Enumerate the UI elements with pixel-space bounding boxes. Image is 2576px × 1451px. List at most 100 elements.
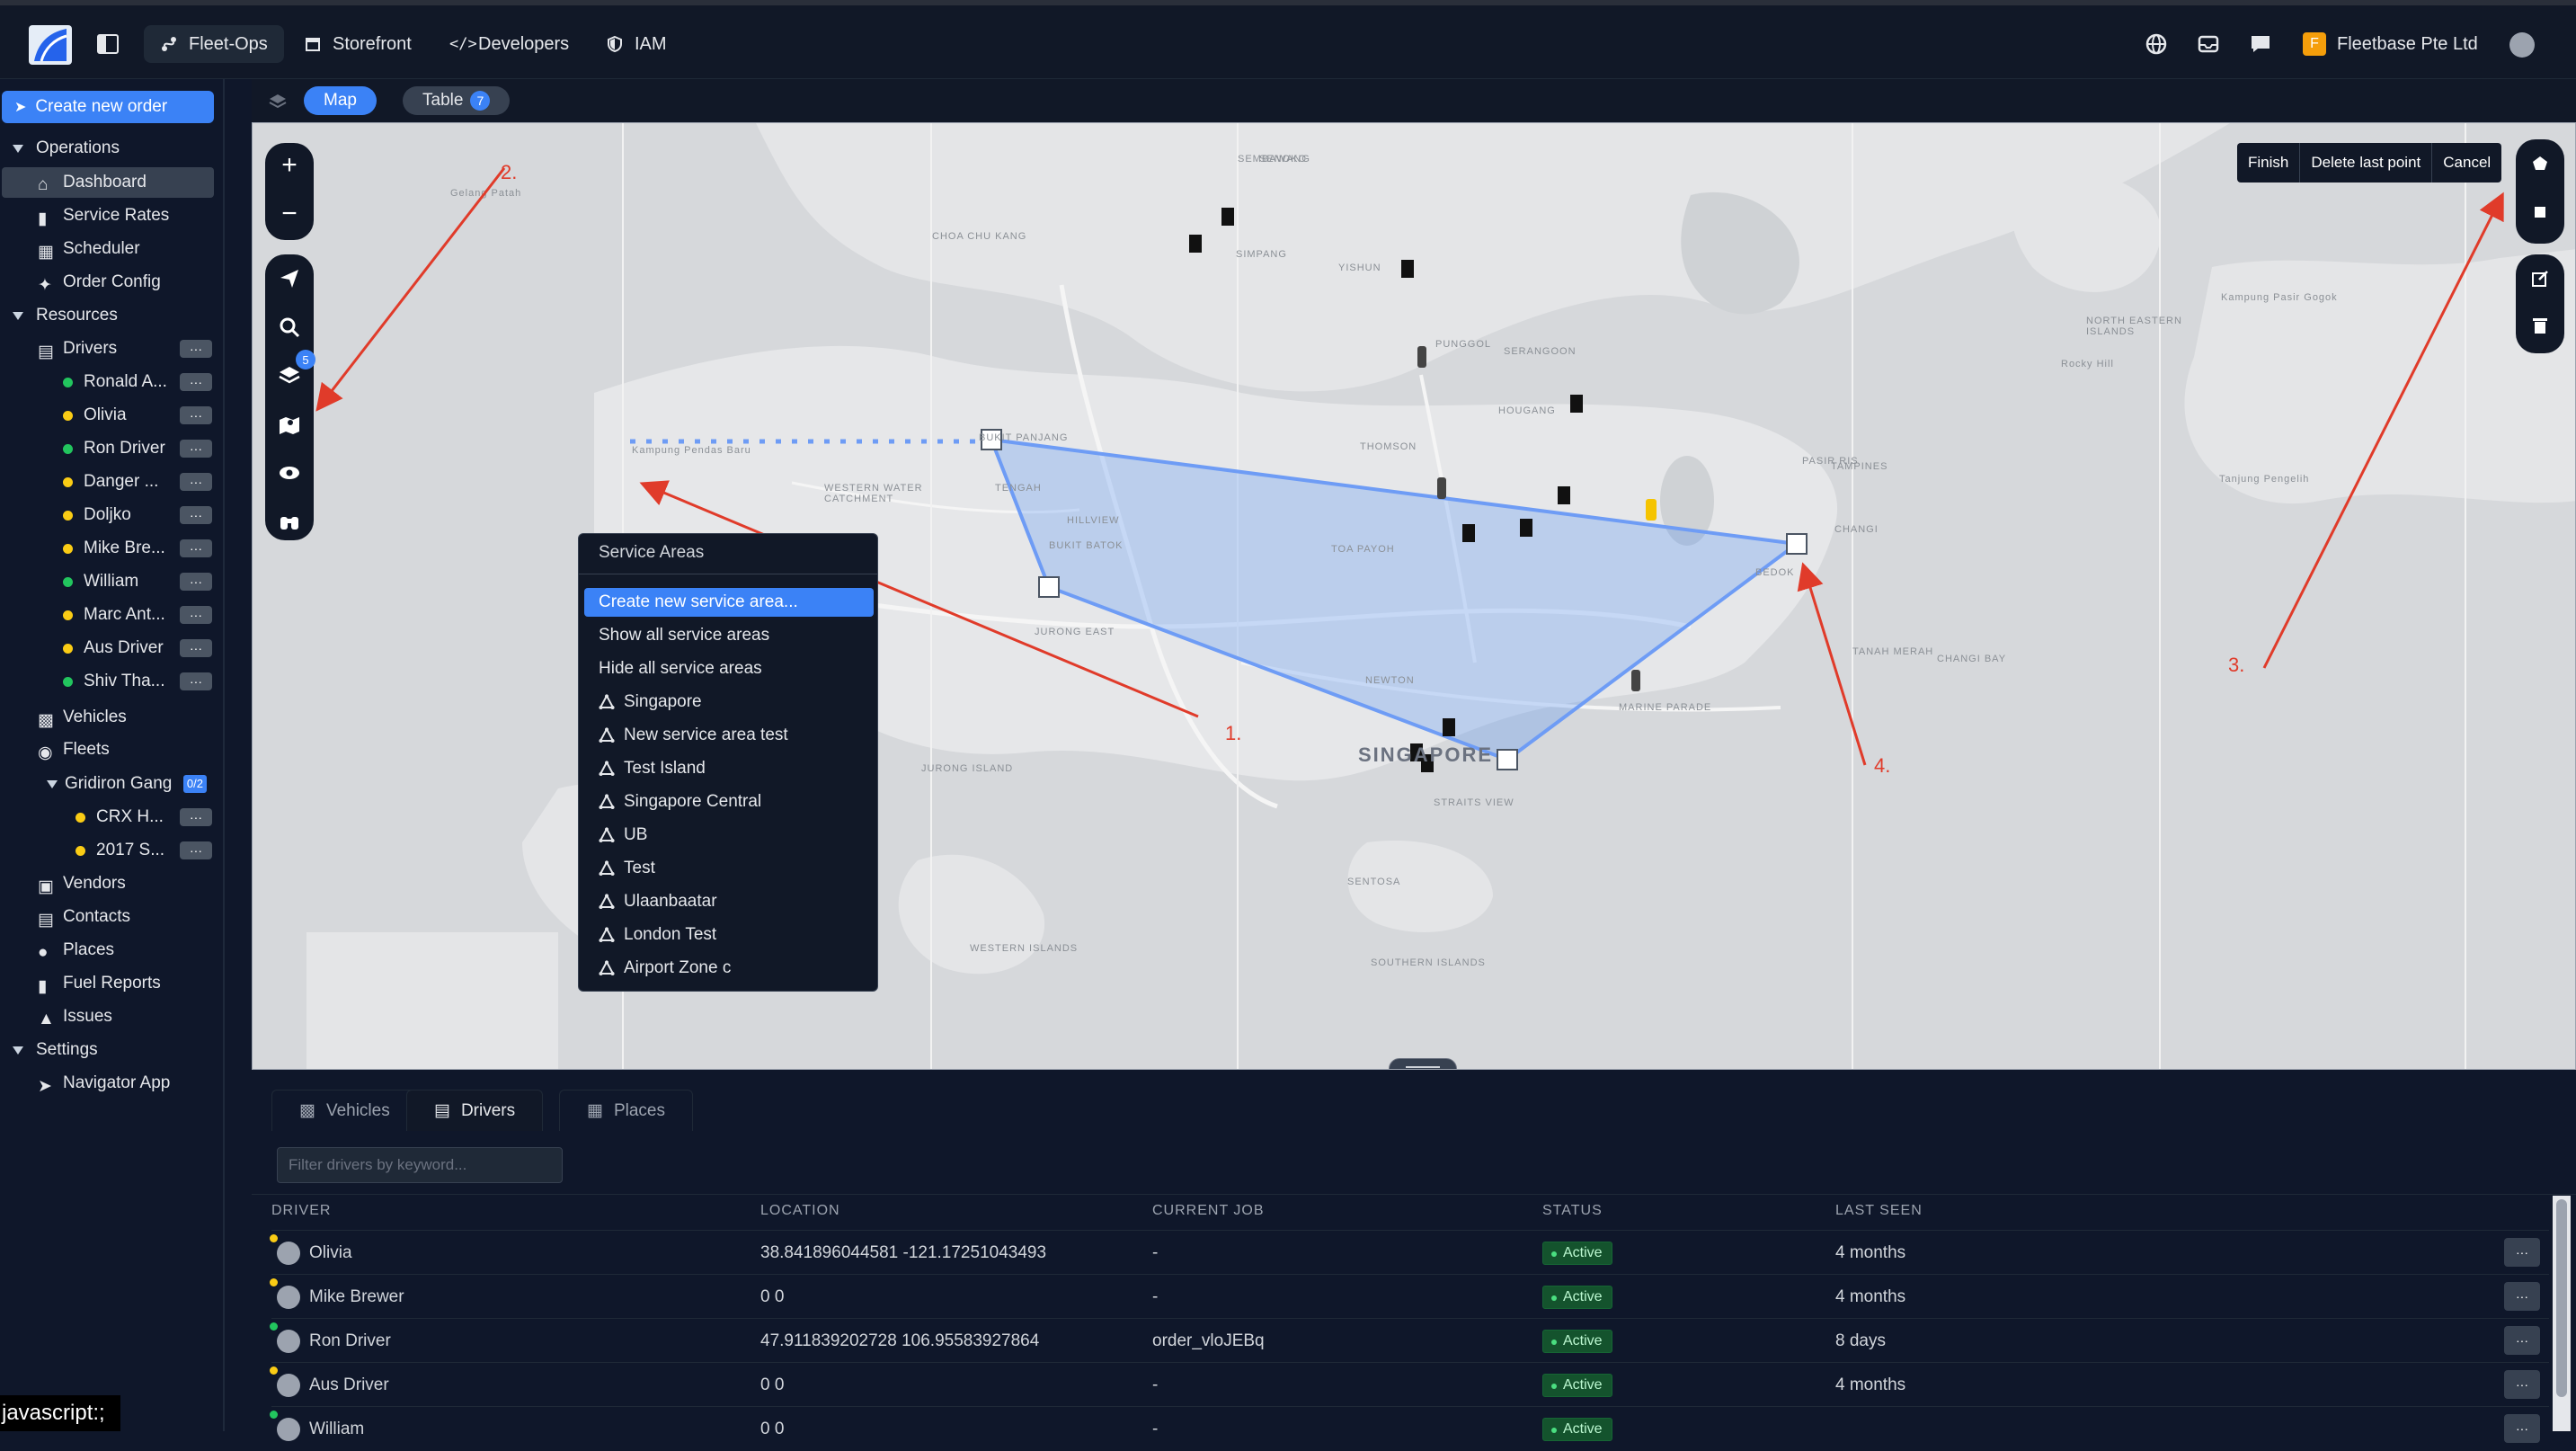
- sidebar-item-scheduler[interactable]: ▦ Scheduler: [0, 234, 223, 264]
- zoom-in-icon[interactable]: +: [278, 152, 301, 179]
- delete-last-point-button[interactable]: Delete last point: [2300, 143, 2433, 182]
- more-button[interactable]: ···: [180, 473, 212, 491]
- sidebar-driver-item[interactable]: William ···: [0, 566, 223, 597]
- tab-drivers[interactable]: ▤ Drivers: [406, 1090, 544, 1131]
- hide-all-service-areas-item[interactable]: Hide all service areas: [584, 654, 874, 683]
- tab-developers[interactable]: </> Developers: [433, 25, 585, 63]
- row-actions-button[interactable]: ···: [2504, 1370, 2540, 1399]
- sidebar-driver-item[interactable]: Marc Ant... ···: [0, 600, 223, 630]
- fleet-group-gridiron-gang[interactable]: Gridiron Gang 0/2: [0, 769, 223, 799]
- service-area-item[interactable]: Airport Zone c: [584, 954, 874, 983]
- eye-icon[interactable]: [278, 461, 301, 485]
- search-icon[interactable]: [278, 316, 301, 339]
- sidebar-item-fleets[interactable]: ◉ Fleets: [0, 734, 223, 765]
- layers-icon[interactable]: [278, 364, 301, 387]
- table-row[interactable]: Mike Brewer 0 0 - Active 4 months ···: [270, 1274, 2549, 1319]
- section-resources[interactable]: Resources: [0, 300, 223, 331]
- table-row[interactable]: Olivia 38.841896044581 -121.17251043493 …: [270, 1230, 2549, 1275]
- service-area-item[interactable]: Singapore Central: [584, 788, 874, 816]
- current-job[interactable]: -: [1152, 1420, 1158, 1439]
- create-order-button[interactable]: ➤ Create new order: [2, 91, 214, 123]
- table-row[interactable]: Ron Driver 47.911839202728 106.955839278…: [270, 1318, 2549, 1363]
- col-header-status[interactable]: STATUS: [1542, 1203, 1603, 1219]
- service-area-item[interactable]: Ulaanbaatar: [584, 887, 874, 916]
- driver-name[interactable]: William: [309, 1420, 364, 1439]
- polygon-icon[interactable]: [2528, 152, 2552, 175]
- more-button[interactable]: ···: [180, 606, 212, 624]
- paper-plane-icon[interactable]: [278, 267, 301, 290]
- org-avatar[interactable]: F: [2303, 32, 2326, 56]
- tab-places[interactable]: ▦ Places: [559, 1090, 693, 1131]
- edit-icon[interactable]: [2528, 267, 2552, 290]
- create-service-area-item[interactable]: Create new service area...: [584, 588, 874, 617]
- service-area-item[interactable]: Test: [584, 854, 874, 883]
- sidebar-item-order-config[interactable]: ✦ Order Config: [0, 267, 223, 298]
- sidebar-driver-item[interactable]: Mike Bre... ···: [0, 533, 223, 564]
- col-header-last-seen[interactable]: LAST SEEN: [1835, 1203, 1923, 1219]
- more-button[interactable]: ···: [180, 340, 212, 358]
- current-job[interactable]: -: [1152, 1287, 1158, 1307]
- trash-icon[interactable]: [2528, 314, 2552, 337]
- more-button[interactable]: ···: [180, 573, 212, 591]
- sidebar-item-contacts[interactable]: ▤ Contacts: [0, 902, 223, 932]
- service-area-item[interactable]: Test Island: [584, 754, 874, 783]
- tab-fleet-ops[interactable]: Fleet-Ops: [144, 25, 284, 63]
- sidebar-driver-item[interactable]: Aus Driver ···: [0, 633, 223, 663]
- col-header-location[interactable]: LOCATION: [760, 1203, 840, 1219]
- resize-handle[interactable]: [1389, 1058, 1457, 1069]
- more-button[interactable]: ···: [180, 506, 212, 524]
- row-actions-button[interactable]: ···: [2504, 1326, 2540, 1355]
- driver-filter-input[interactable]: Filter drivers by keyword...: [277, 1147, 563, 1183]
- org-name[interactable]: Fleetbase Pte Ltd: [2337, 34, 2478, 55]
- service-area-item[interactable]: Singapore: [584, 688, 874, 717]
- map-area-icon[interactable]: [278, 413, 301, 436]
- more-button[interactable]: ···: [180, 406, 212, 424]
- more-button[interactable]: ···: [180, 808, 212, 826]
- tab-storefront[interactable]: Storefront: [288, 25, 428, 63]
- tab-vehicles[interactable]: ▩ Vehicles: [271, 1090, 418, 1131]
- sidebar-item-navigator-app[interactable]: ➤ Navigator App: [0, 1068, 223, 1099]
- col-header-driver[interactable]: DRIVER: [271, 1203, 331, 1219]
- fleet-vehicle-item[interactable]: 2017 S... ···: [0, 835, 223, 866]
- service-area-item[interactable]: UB: [584, 821, 874, 850]
- sidebar-driver-item[interactable]: Danger ... ···: [0, 467, 223, 497]
- scrollbar[interactable]: [2553, 1196, 2571, 1431]
- layers-icon[interactable]: [268, 92, 288, 111]
- sidebar-toggle-icon[interactable]: [97, 34, 119, 54]
- sidebar-item-issues[interactable]: ▲ Issues: [0, 1001, 223, 1032]
- fleetbase-logo[interactable]: [29, 25, 72, 65]
- show-all-service-areas-item[interactable]: Show all service areas: [584, 621, 874, 650]
- more-button[interactable]: ···: [180, 440, 212, 458]
- current-job[interactable]: -: [1152, 1375, 1158, 1395]
- map-canvas[interactable]: Gelang Patah SINGAPORE SEMBAWANG YISHUN PUNG…: [252, 122, 2576, 1070]
- service-area-item[interactable]: New service area test: [584, 721, 874, 750]
- sidebar-item-places[interactable]: ● Places: [0, 935, 223, 966]
- user-avatar[interactable]: [2509, 32, 2535, 58]
- row-actions-button[interactable]: ···: [2504, 1282, 2540, 1311]
- tab-iam[interactable]: IAM: [590, 25, 683, 63]
- more-button[interactable]: ···: [180, 841, 212, 859]
- tab-table[interactable]: Table 7: [403, 86, 511, 115]
- more-button[interactable]: ···: [180, 672, 212, 690]
- row-actions-button[interactable]: ···: [2504, 1414, 2540, 1443]
- finish-button[interactable]: Finish: [2237, 143, 2301, 182]
- chat-icon[interactable]: [2249, 32, 2272, 56]
- inbox-icon[interactable]: [2197, 32, 2220, 56]
- more-button[interactable]: ···: [180, 373, 212, 391]
- section-settings[interactable]: Settings: [0, 1035, 223, 1065]
- table-row[interactable]: Aus Driver 0 0 - Active 4 months ···: [270, 1362, 2549, 1407]
- service-area-item[interactable]: London Test: [584, 921, 874, 949]
- sidebar-item-service-rates[interactable]: ▮ Service Rates: [0, 200, 223, 231]
- sidebar-driver-item[interactable]: Doljko ···: [0, 500, 223, 530]
- rectangle-icon[interactable]: [2528, 200, 2552, 224]
- sidebar-driver-item[interactable]: Ronald A... ···: [0, 367, 223, 397]
- sidebar-item-fuel-reports[interactable]: ▮ Fuel Reports: [0, 968, 223, 999]
- col-header-current-job[interactable]: CURRENT JOB: [1152, 1203, 1265, 1219]
- tab-map[interactable]: Map: [304, 86, 377, 115]
- driver-name[interactable]: Olivia: [309, 1243, 352, 1263]
- section-operations[interactable]: Operations: [0, 133, 223, 164]
- sidebar-item-vendors[interactable]: ▣ Vendors: [0, 868, 223, 899]
- sidebar-driver-item[interactable]: Olivia ···: [0, 400, 223, 431]
- driver-name[interactable]: Ron Driver: [309, 1331, 391, 1351]
- driver-name[interactable]: Mike Brewer: [309, 1287, 404, 1307]
